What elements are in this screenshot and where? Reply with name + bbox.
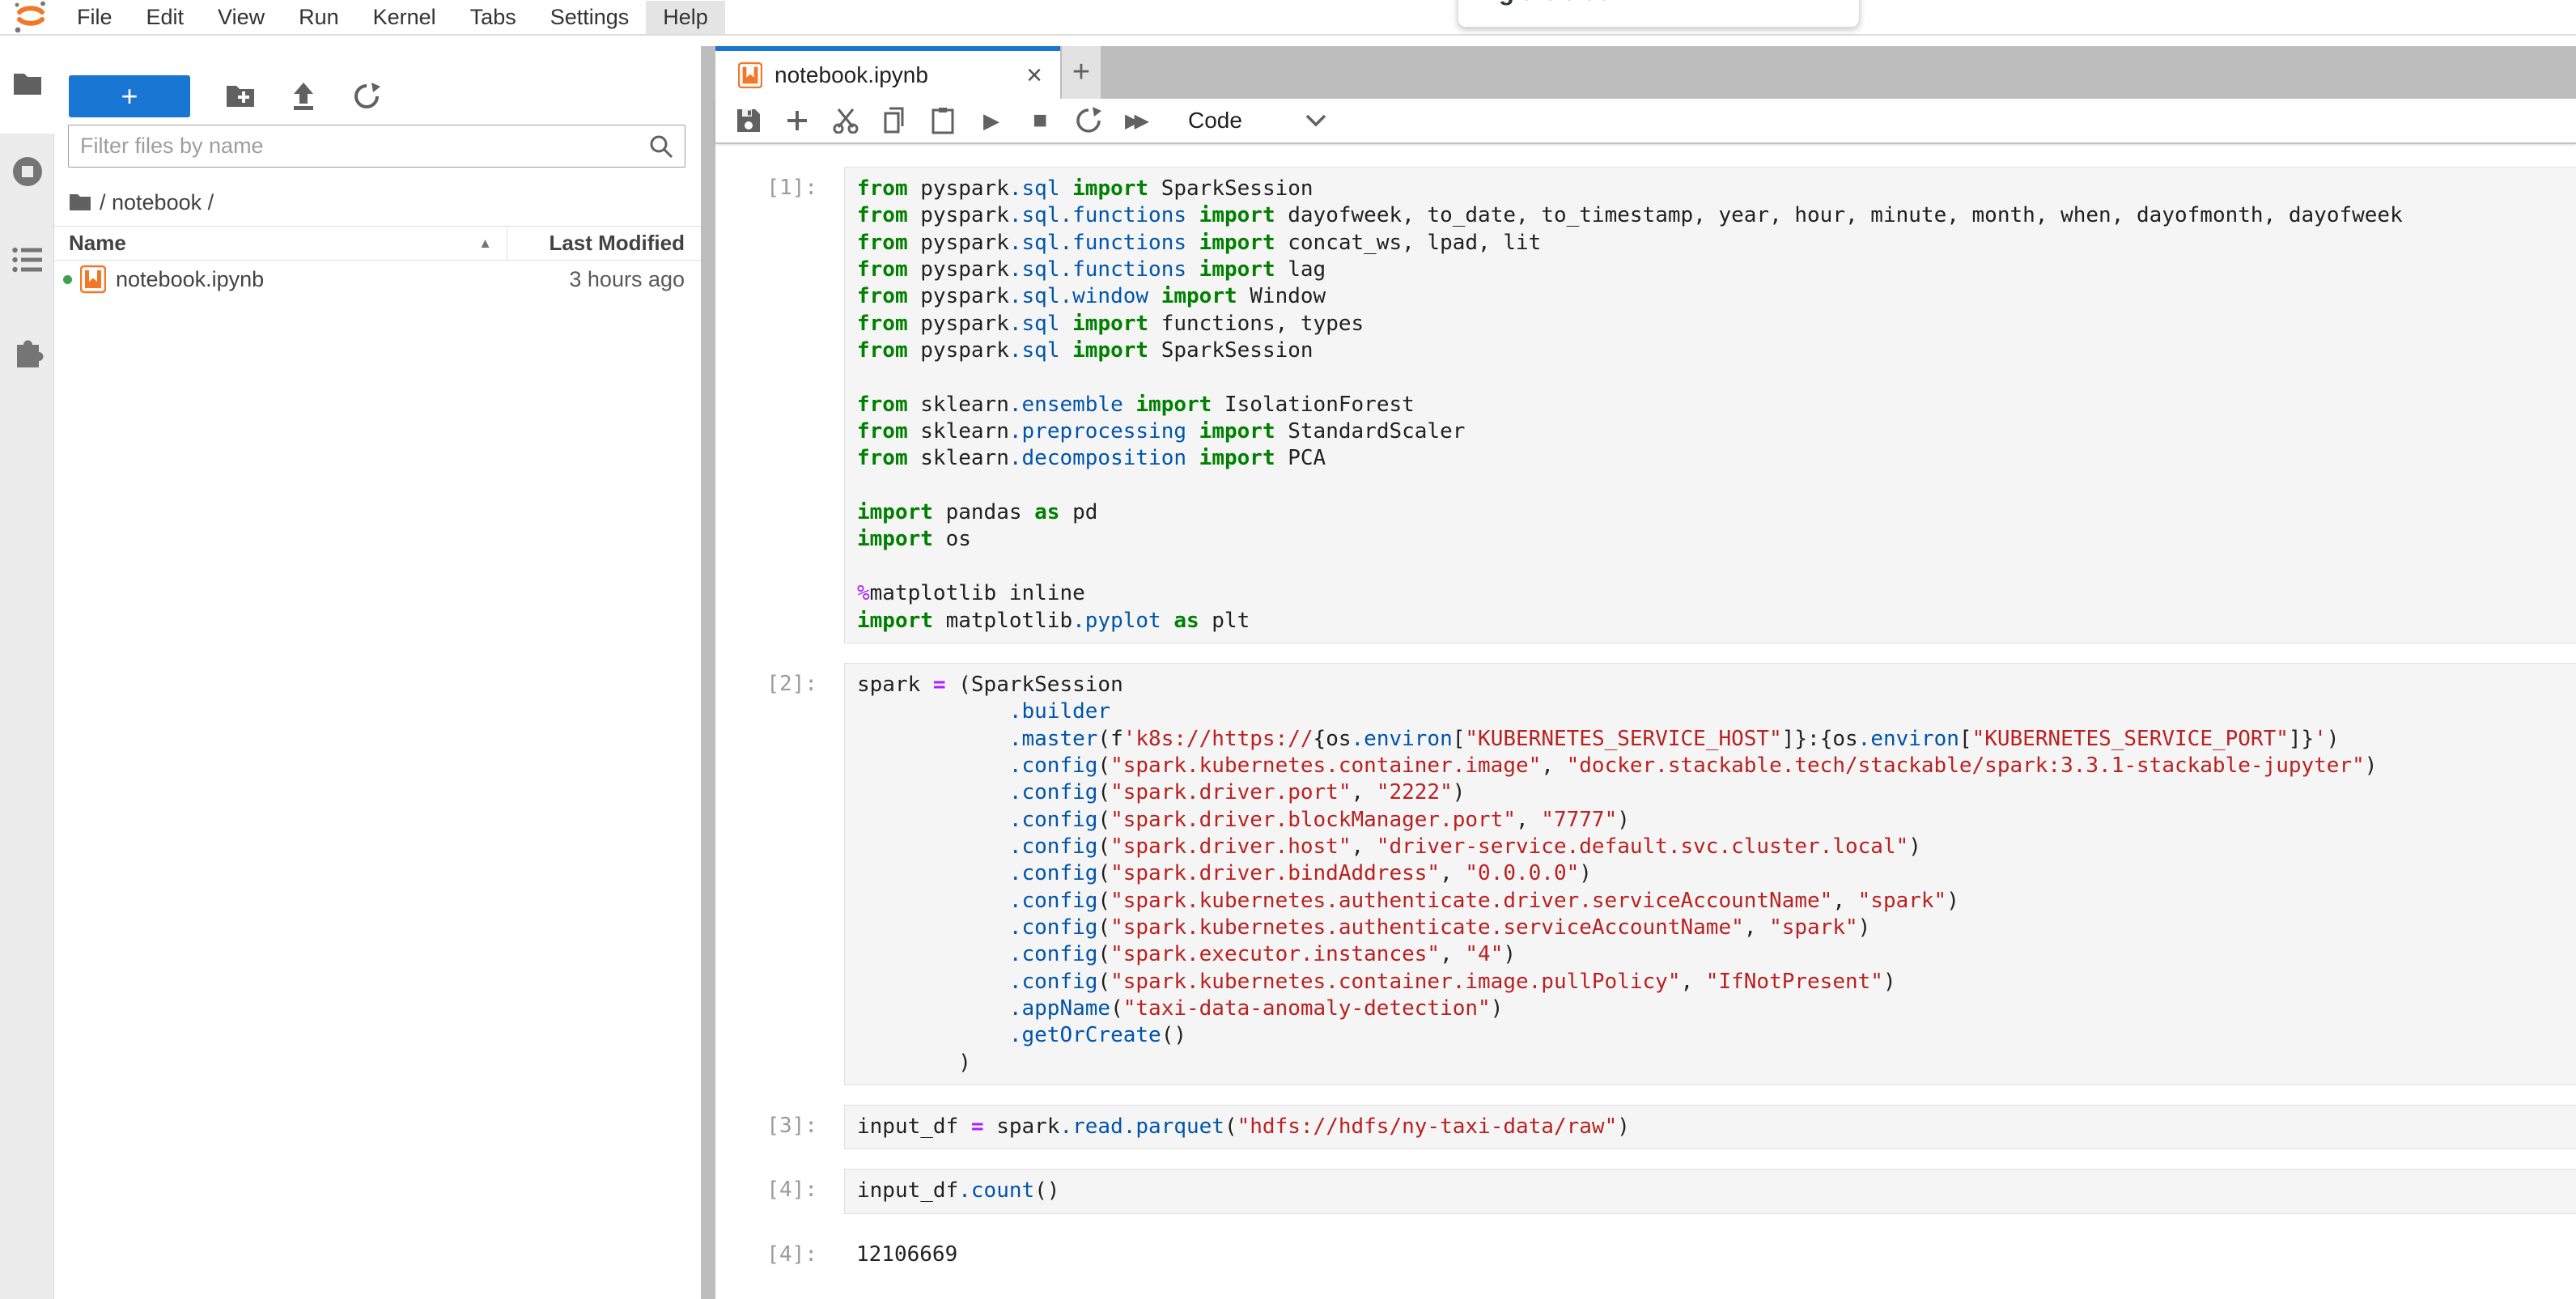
sidebar-tab-table-of-contents[interactable] (0, 246, 54, 274)
refresh-icon (352, 82, 381, 111)
code-cell: [4]:input_df.count() (715, 1169, 2576, 1213)
menu-view[interactable]: View (201, 1, 282, 34)
menu-tabs[interactable]: Tabs (453, 1, 533, 34)
jupyter-logo-icon (11, 0, 49, 34)
menu-help[interactable]: Help (646, 1, 725, 34)
notebook-file-icon (738, 61, 762, 90)
menu-run[interactable]: Run (282, 1, 356, 34)
sort-ascending-icon: ▲ (478, 236, 492, 252)
cell-editor[interactable]: input_df.count() (844, 1169, 2576, 1213)
new-folder-button[interactable] (226, 80, 255, 112)
file-row-notebook[interactable]: notebook.ipynb 3 hours ago (54, 261, 701, 297)
tab-notebook-ipynb[interactable]: notebook.ipynb × (715, 46, 1060, 99)
input-prompt: [4]: (715, 1169, 844, 1213)
file-filter-box (68, 125, 685, 168)
code-cell: [2]:spark = (SparkSession .builder .mast… (715, 663, 2576, 1085)
github-popup-text: github.com (1499, 0, 1634, 9)
paste-icon (931, 107, 955, 134)
cell-editor[interactable]: from pyspark.sql import SparkSessionfrom… (844, 167, 2576, 643)
sidebar-tab-running-sessions[interactable] (0, 155, 54, 188)
input-prompt: [2]: (715, 663, 844, 1085)
file-name: notebook.ipynb (116, 267, 264, 292)
breadcrumb[interactable]: / notebook / (69, 188, 214, 217)
cell-type-value: Code (1188, 108, 1242, 134)
code-cell: [1]:from pyspark.sql import SparkSession… (715, 167, 2576, 643)
refresh-button[interactable] (352, 80, 381, 112)
add-cell-icon (785, 108, 809, 133)
run-cell-button[interactable]: ▶ (973, 102, 1010, 139)
restart-kernel-button[interactable] (1070, 102, 1107, 139)
running-sessions-icon (11, 155, 44, 188)
new-launcher-button[interactable]: + (69, 75, 190, 117)
chevron-down-icon (1305, 114, 1326, 127)
menu-bar: File Edit View Run Kernel Tabs Settings … (0, 0, 2576, 36)
tab-title: notebook.ipynb (774, 62, 928, 88)
cell-editor[interactable]: spark = (SparkSession .builder .master(f… (844, 663, 2576, 1085)
cut-cells-button[interactable] (827, 102, 864, 139)
jupyterlab-app: File Edit View Run Kernel Tabs Settings … (0, 0, 2576, 1299)
notebook-cells: [1]:from pyspark.sql import SparkSession… (715, 146, 2576, 1299)
table-of-contents-icon (12, 246, 43, 274)
file-modified: 3 hours ago (569, 267, 701, 292)
output-prompt: [4]: (715, 1233, 844, 1276)
menu-edit[interactable]: Edit (129, 1, 202, 34)
github-popup: github.com (1458, 0, 1860, 28)
copy-cells-button[interactable] (876, 102, 913, 139)
cut-icon (832, 108, 859, 134)
sidebar-tab-extensions[interactable] (0, 333, 54, 367)
menu-file[interactable]: File (60, 1, 129, 34)
column-header-name[interactable]: Name ▲ (54, 227, 507, 260)
new-folder-icon (226, 84, 255, 108)
menu-settings[interactable]: Settings (533, 1, 647, 34)
input-prompt: [3]: (715, 1105, 844, 1149)
notebook-toolbar: ▶ ■ ▶▶ Code (715, 99, 2576, 144)
new-tab-button[interactable]: + (1062, 46, 1101, 99)
notebook-file-icon (80, 264, 106, 295)
cell-output-area: 12106669 (844, 1233, 2576, 1276)
copy-icon (881, 107, 907, 134)
extensions-icon (11, 333, 45, 367)
input-prompt: [1]: (715, 167, 844, 643)
upload-icon (291, 83, 316, 110)
code-cell: [3]:input_df = spark.read.parquet("hdfs:… (715, 1105, 2576, 1149)
run-icon: ▶ (983, 108, 999, 134)
restart-run-all-icon: ▶▶ (1125, 109, 1144, 133)
column-header-last-modified[interactable]: Last Modified (507, 227, 701, 260)
interrupt-kernel-button[interactable]: ■ (1021, 102, 1059, 139)
stop-icon: ■ (1033, 107, 1047, 134)
sidebar-tab-file-browser[interactable] (0, 71, 54, 97)
menu-kernel[interactable]: Kernel (356, 1, 453, 34)
cell-type-dropdown[interactable]: Code (1188, 108, 1326, 134)
file-filter-input[interactable] (80, 134, 649, 159)
search-icon (649, 134, 673, 159)
home-folder-icon (69, 193, 91, 212)
file-list-header: Name ▲ Last Modified (54, 226, 701, 261)
upload-button[interactable] (291, 80, 316, 112)
breadcrumb-path: / notebook / (100, 190, 214, 215)
folder-icon (12, 71, 43, 97)
file-browser-panel: + (54, 37, 701, 1299)
save-icon (736, 108, 762, 134)
restart-kernel-icon (1075, 107, 1102, 134)
panel-splitter[interactable] (701, 46, 715, 1299)
file-browser-toolbar: + (54, 74, 701, 118)
sidebar-tab-strip (0, 37, 54, 1299)
save-button[interactable] (730, 102, 767, 139)
paste-cells-button[interactable] (924, 102, 961, 139)
add-cell-button[interactable] (779, 102, 816, 139)
main-dock: notebook.ipynb × + (715, 37, 2576, 1299)
dock-tab-bar: notebook.ipynb × + (715, 46, 2576, 99)
kernel-running-dot (63, 275, 72, 284)
restart-run-all-button[interactable]: ▶▶ (1118, 102, 1156, 139)
cell-editor[interactable]: input_df = spark.read.parquet("hdfs://hd… (844, 1105, 2576, 1149)
tab-close-icon[interactable]: × (1026, 63, 1042, 87)
output-cell: [4]:12106669 (715, 1233, 2576, 1276)
